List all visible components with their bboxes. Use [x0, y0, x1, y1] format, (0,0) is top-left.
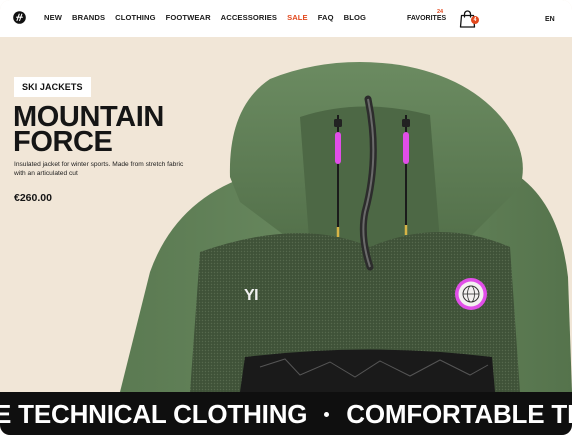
nav-new[interactable]: NEW [44, 13, 62, 22]
product-description: Insulated jacket for winter sports. Made… [14, 161, 184, 177]
ticker-item: E TECHNICAL CLOTHING [0, 399, 308, 429]
jacket-print-logo: YI [244, 287, 259, 304]
product-title: MOUNTAIN FORCE [13, 103, 213, 158]
product-price: €260.00 [14, 192, 52, 204]
marquee-ticker: E TECHNICAL CLOTHING COMFORTABLE TE [0, 392, 572, 435]
nav-footwear[interactable]: FOOTWEAR [166, 13, 211, 22]
nav-clothing[interactable]: CLOTHING [115, 13, 155, 22]
cart-count-badge: 4 [471, 16, 479, 24]
product-title-line2: FORCE [13, 126, 113, 158]
nav-brands[interactable]: BRANDS [72, 13, 105, 22]
nav-blog[interactable]: BLOG [344, 13, 366, 22]
ticker-separator-dot [324, 412, 330, 417]
nav-sale[interactable]: SALE [287, 13, 308, 22]
page: NEW BRANDS CLOTHING FOOTWEAR ACCESSORIES… [0, 0, 572, 435]
nav-faq[interactable]: FAQ [318, 13, 334, 22]
favorites-link[interactable]: FAVORITES [407, 15, 446, 22]
favorites-count-badge: 24 [437, 9, 444, 15]
nav-accessories[interactable]: ACCESSORIES [221, 13, 277, 22]
main-nav: NEW BRANDS CLOTHING FOOTWEAR ACCESSORIES… [44, 13, 376, 22]
brand-logo-icon[interactable] [13, 11, 26, 24]
category-tag[interactable]: SKI JACKETS [14, 77, 91, 97]
language-switcher[interactable]: EN [545, 16, 555, 23]
site-header: NEW BRANDS CLOTHING FOOTWEAR ACCESSORIES… [0, 0, 572, 37]
ticker-track: E TECHNICAL CLOTHING COMFORTABLE TE [0, 399, 572, 430]
hero-banner: YI SKI JACKETS MOUNTAIN FORCE Insulated … [0, 37, 572, 392]
ticker-item: COMFORTABLE TE [346, 399, 572, 429]
